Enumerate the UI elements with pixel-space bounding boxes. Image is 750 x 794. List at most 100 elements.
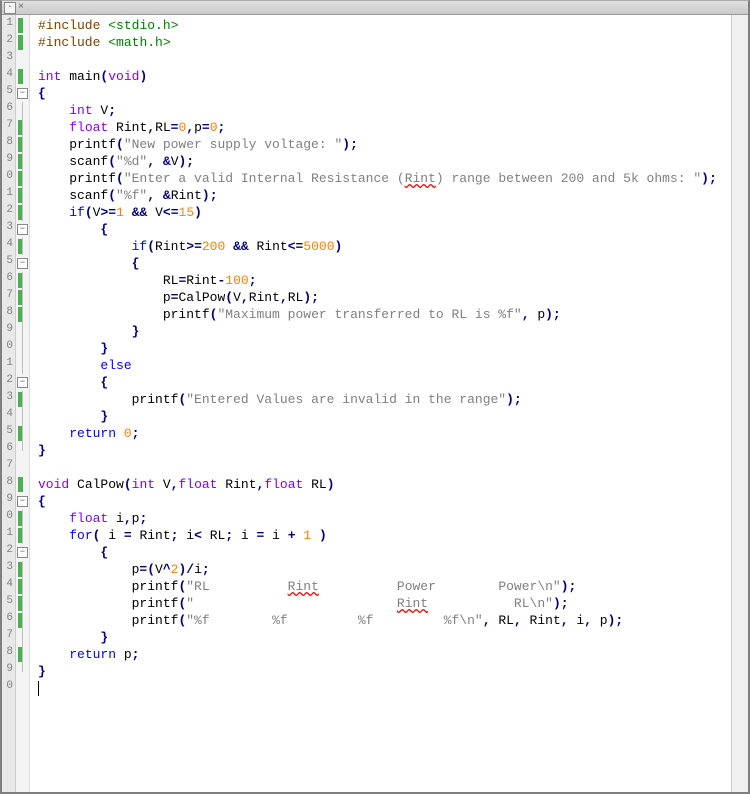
gutter-mark [16, 646, 29, 663]
code-line[interactable]: scanf("%d", &V); [38, 153, 748, 170]
fold-guide [22, 204, 23, 221]
line-number: 0 [2, 170, 15, 187]
fold-guide [22, 578, 23, 595]
code-line[interactable]: return 0; [38, 425, 748, 442]
code-line[interactable]: printf("Entered Values are invalid in th… [38, 391, 748, 408]
code-line[interactable]: { [38, 374, 748, 391]
code-line[interactable]: printf("%f %f %f %f\n", RL, Rint, i, p); [38, 612, 748, 629]
line-number: 7 [2, 119, 15, 136]
code-line[interactable]: { [38, 493, 748, 510]
code-line[interactable]: printf("Enter a valid Internal Resistanc… [38, 170, 748, 187]
gutter-mark: − [16, 255, 29, 272]
fold-guide-end [22, 442, 23, 451]
gutter-mark [16, 119, 29, 136]
code-line[interactable]: printf("RL Rint Power Power\n"); [38, 578, 748, 595]
vertical-scrollbar[interactable] [731, 15, 748, 792]
line-number: 8 [2, 646, 15, 663]
code-line[interactable]: } [38, 663, 748, 680]
code-line[interactable]: { [38, 544, 748, 561]
gutter-mark [16, 272, 29, 289]
gutter-mark [16, 153, 29, 170]
code-line[interactable] [38, 459, 748, 476]
code-line[interactable]: for( i = Rint; i< RL; i = i + 1 ) [38, 527, 748, 544]
code-area[interactable]: #include <stdio.h>#include <math.h> int m… [30, 15, 748, 792]
gutter-mark [16, 629, 29, 646]
line-number: 6 [2, 442, 15, 459]
code-line[interactable]: float Rint,RL=0,p=0; [38, 119, 748, 136]
fold-guide [22, 629, 23, 646]
scrollbar-thumb[interactable] [733, 17, 747, 717]
code-line[interactable]: if(Rint>=200 && Rint<=5000) [38, 238, 748, 255]
gutter-mark [16, 306, 29, 323]
code-line[interactable]: int V; [38, 102, 748, 119]
gutter-mark [16, 527, 29, 544]
code-line[interactable]: } [38, 442, 748, 459]
editor-body: 1234567890123456789012345678901234567890… [2, 15, 748, 792]
code-line[interactable]: { [38, 221, 748, 238]
close-icon[interactable]: × [18, 2, 24, 13]
fold-toggle-icon[interactable]: − [17, 547, 28, 558]
gutter-mark [16, 561, 29, 578]
fold-guide [22, 408, 23, 425]
code-line[interactable]: } [38, 408, 748, 425]
code-line[interactable] [38, 680, 748, 697]
fold-toggle-icon[interactable]: − [17, 496, 28, 507]
code-line[interactable]: { [38, 255, 748, 272]
tab-bar: · × [2, 1, 748, 15]
code-line[interactable]: } [38, 629, 748, 646]
code-line[interactable]: printf("New power supply voltage: "); [38, 136, 748, 153]
fold-guide [22, 119, 23, 136]
fold-guide [22, 340, 23, 357]
gutter-mark [16, 289, 29, 306]
code-line[interactable]: RL=Rint-100; [38, 272, 748, 289]
code-line[interactable]: scanf("%f", &Rint); [38, 187, 748, 204]
code-line[interactable]: if(V>=1 && V<=15) [38, 204, 748, 221]
fold-guide [22, 612, 23, 629]
fold-guide [22, 561, 23, 578]
code-line[interactable]: p=CalPow(V,Rint,RL); [38, 289, 748, 306]
code-line[interactable]: void CalPow(int V,float Rint,float RL) [38, 476, 748, 493]
code-line[interactable]: } [38, 340, 748, 357]
code-line[interactable]: #include <stdio.h> [38, 17, 748, 34]
gutter-mark [16, 476, 29, 493]
tab-handle[interactable]: · [4, 2, 16, 14]
fold-toggle-icon[interactable]: − [17, 88, 28, 99]
code-line[interactable]: else [38, 357, 748, 374]
line-number: 7 [2, 629, 15, 646]
fold-toggle-icon[interactable]: − [17, 377, 28, 388]
gutter-mark [16, 357, 29, 374]
fold-guide [22, 153, 23, 170]
gutter-mark [16, 51, 29, 68]
fold-guide [22, 238, 23, 255]
code-line[interactable]: { [38, 85, 748, 102]
code-line[interactable]: } [38, 323, 748, 340]
fold-toggle-icon[interactable]: − [17, 258, 28, 269]
line-number: 2 [2, 204, 15, 221]
code-line[interactable]: p=(V^2)/i; [38, 561, 748, 578]
line-number: 0 [2, 510, 15, 527]
fold-guide [22, 272, 23, 289]
code-line[interactable]: printf(" Rint RL\n"); [38, 595, 748, 612]
editor-window: · × 123456789012345678901234567890123456… [0, 0, 750, 794]
fold-guide [22, 425, 23, 442]
gutter-mark [16, 204, 29, 221]
change-bar [18, 477, 23, 492]
fold-guide [22, 323, 23, 340]
code-line[interactable]: printf("Maximum power transferred to RL … [38, 306, 748, 323]
line-number: 1 [2, 17, 15, 34]
line-number: 4 [2, 578, 15, 595]
fold-guide [22, 136, 23, 153]
fold-guide-end [22, 663, 23, 672]
line-number: 5 [2, 85, 15, 102]
fold-changebar-gutter: − − − − − − [16, 15, 30, 792]
code-line[interactable]: return p; [38, 646, 748, 663]
fold-toggle-icon[interactable]: − [17, 224, 28, 235]
code-line[interactable]: #include <math.h> [38, 34, 748, 51]
gutter-mark: − [16, 221, 29, 238]
gutter-mark [16, 391, 29, 408]
gutter-mark: − [16, 493, 29, 510]
fold-guide [22, 646, 23, 663]
code-line[interactable] [38, 51, 748, 68]
code-line[interactable]: int main(void) [38, 68, 748, 85]
code-line[interactable]: float i,p; [38, 510, 748, 527]
